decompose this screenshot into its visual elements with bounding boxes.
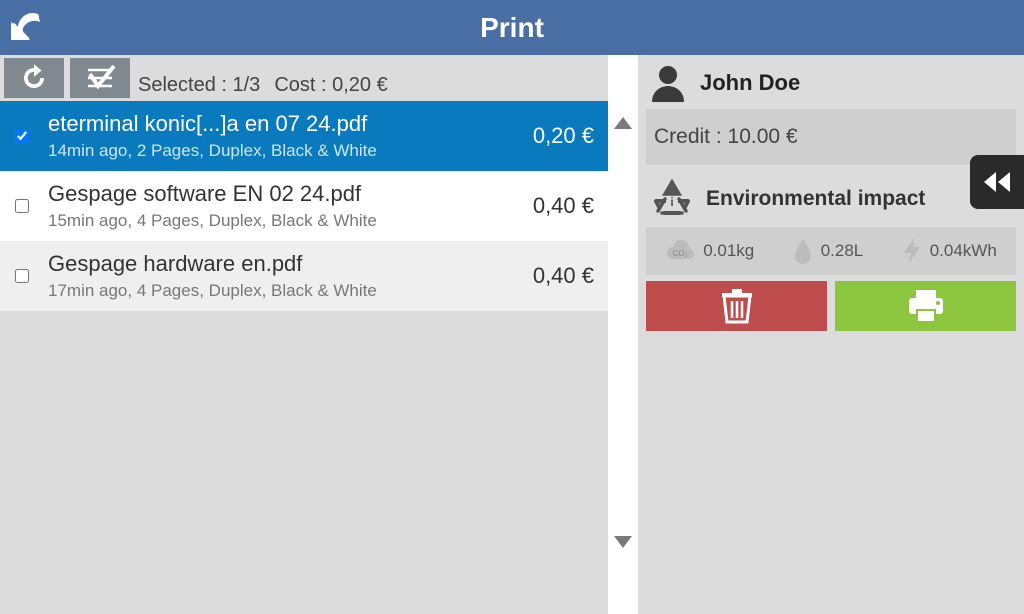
recycle-icon: i xyxy=(652,179,692,219)
back-button[interactable] xyxy=(0,0,60,55)
job-price: 0,20 € xyxy=(498,123,608,149)
user-row: John Doe xyxy=(646,61,1016,105)
user-icon xyxy=(650,64,686,102)
job-title: eterminal konic[...]a en 07 24.pdf xyxy=(48,111,494,137)
job-title: Gespage software EN 02 24.pdf xyxy=(48,181,494,207)
metric-co2: CO₂ 0.01kg xyxy=(665,239,754,263)
svg-text:CO₂: CO₂ xyxy=(673,249,688,258)
jobs-panel: Selected : 1/3 Cost : 0,20 € eterminal ko… xyxy=(0,55,608,614)
job-subtitle: 17min ago, 4 Pages, Duplex, Black & Whit… xyxy=(48,281,494,301)
app-header: Print xyxy=(0,0,1024,55)
refresh-button[interactable] xyxy=(4,58,64,98)
scroll-down-icon[interactable] xyxy=(614,536,632,548)
job-checkbox[interactable] xyxy=(15,269,29,283)
job-subtitle: 14min ago, 2 Pages, Duplex, Black & Whit… xyxy=(48,141,494,161)
job-list: eterminal konic[...]a en 07 24.pdf 14min … xyxy=(0,101,608,614)
job-checkbox[interactable] xyxy=(15,199,29,213)
job-title: Gespage hardware en.pdf xyxy=(48,251,494,277)
scroll-up-icon[interactable] xyxy=(614,117,632,129)
metric-water: 0.28L xyxy=(793,238,864,264)
job-row[interactable]: eterminal konic[...]a en 07 24.pdf 14min … xyxy=(0,101,608,171)
scrollbar[interactable] xyxy=(608,55,638,614)
job-price: 0,40 € xyxy=(498,263,608,289)
env-heading-row: i Environmental impact xyxy=(646,165,1016,227)
lightning-icon xyxy=(902,238,922,264)
env-metrics: CO₂ 0.01kg 0.28L 0.04kWh xyxy=(646,227,1016,275)
trash-icon xyxy=(720,288,754,324)
env-heading: Environmental impact xyxy=(706,187,925,211)
credit-row: Credit : 10.00 € xyxy=(646,109,1016,165)
job-price: 0,40 € xyxy=(498,193,608,219)
rewind-icon xyxy=(982,170,1012,194)
collapse-panel-button[interactable] xyxy=(970,155,1024,209)
job-subtitle: 15min ago, 4 Pages, Duplex, Black & Whit… xyxy=(48,211,494,231)
toolbar: Selected : 1/3 Cost : 0,20 € xyxy=(0,55,608,101)
printer-icon xyxy=(906,288,946,324)
job-checkbox[interactable] xyxy=(15,129,29,143)
co2-value: 0.01kg xyxy=(703,241,754,261)
action-row xyxy=(646,281,1016,331)
water-value: 0.28L xyxy=(821,241,864,261)
svg-text:i: i xyxy=(670,195,673,209)
select-all-icon xyxy=(84,64,116,92)
job-checkbox-cell xyxy=(0,129,44,143)
job-info: Gespage hardware en.pdf 17min ago, 4 Page… xyxy=(44,245,498,307)
refresh-icon xyxy=(19,63,49,93)
info-panel: John Doe Credit : 10.00 € i xyxy=(638,55,1024,614)
cloud-co2-icon: CO₂ xyxy=(665,239,695,263)
job-checkbox-cell xyxy=(0,199,44,213)
job-row[interactable]: Gespage hardware en.pdf 17min ago, 4 Page… xyxy=(0,241,608,311)
metric-energy: 0.04kWh xyxy=(902,238,997,264)
job-row[interactable]: Gespage software EN 02 24.pdf 15min ago, … xyxy=(0,171,608,241)
total-cost: Cost : 0,20 € xyxy=(274,74,387,96)
print-button[interactable] xyxy=(835,281,1016,331)
credit-label: Credit : 10.00 € xyxy=(654,125,798,149)
delete-button[interactable] xyxy=(646,281,827,331)
energy-value: 0.04kWh xyxy=(930,241,997,261)
selected-count: Selected : 1/3 xyxy=(138,74,260,96)
job-checkbox-cell xyxy=(0,269,44,283)
page-title: Print xyxy=(0,12,1024,44)
water-drop-icon xyxy=(793,238,813,264)
select-all-button[interactable] xyxy=(70,58,130,98)
toolbar-status: Selected : 1/3 Cost : 0,20 € xyxy=(138,74,388,101)
back-arrow-icon xyxy=(10,8,50,48)
user-name: John Doe xyxy=(700,70,800,96)
job-info: eterminal konic[...]a en 07 24.pdf 14min … xyxy=(44,105,498,167)
job-info: Gespage software EN 02 24.pdf 15min ago, … xyxy=(44,175,498,237)
